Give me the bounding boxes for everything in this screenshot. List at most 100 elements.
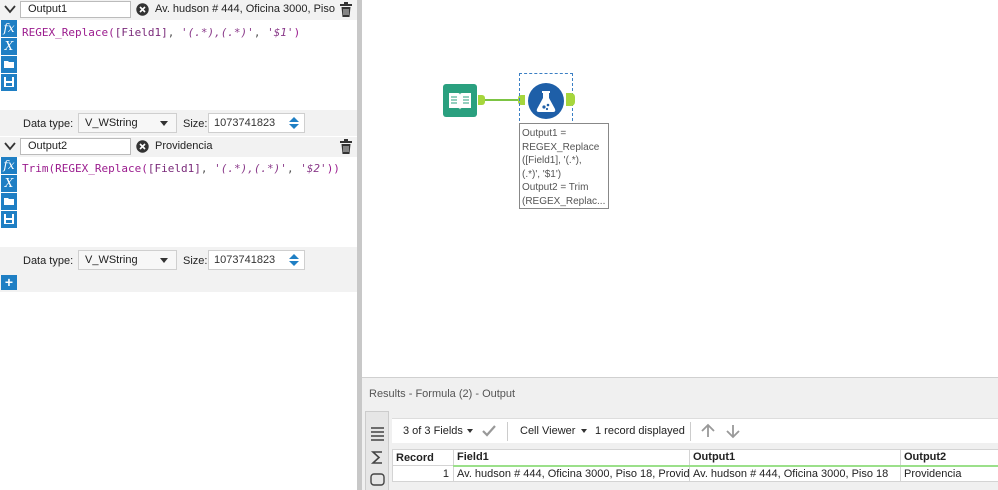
data-type-label: Data type: [23, 255, 74, 267]
annotation-line: REGEX_Replace [522, 141, 600, 153]
field1-cell[interactable]: Av. hudson # 444, Oficina 3000, Piso 18,… [453, 465, 690, 482]
tool-annotation: Output1 = REGEX_Replace ([Field1], '(.*)… [519, 123, 609, 209]
dropdown-arrow-icon [160, 121, 168, 126]
expr-pattern: '(.*),(.*)' [180, 26, 254, 39]
datatype-row-1: Data type: V_WString Size: 1073741823 [0, 110, 357, 136]
expr-replacement: '$1' [267, 26, 294, 39]
formula-block-2: Output2 Providencia fx X Trim(REGEX_Repl… [0, 137, 357, 273]
clear-x-icon[interactable] [136, 140, 149, 153]
sigma-metadata-icon[interactable] [370, 450, 385, 465]
expr-sep: , [200, 162, 215, 175]
output-anchor[interactable] [566, 93, 575, 106]
results-grid: Record Field1 Output1 Output2 1 Av. huds… [392, 449, 998, 482]
flask-icon [536, 91, 556, 112]
annotation-line: Output2 = Trim [522, 182, 589, 193]
data-type-label: Data type: [23, 118, 74, 130]
save-disk-icon[interactable] [1, 74, 17, 91]
expr-pattern: '(.*),(.*)' [214, 162, 287, 175]
open-folder-icon[interactable] [1, 56, 17, 73]
function-fx-icon[interactable]: fx [1, 157, 17, 174]
data-type-select[interactable]: V_WString [78, 113, 177, 133]
data-type-value: V_WString [85, 254, 138, 266]
table-view-icon[interactable] [370, 426, 385, 441]
data-preview: Av. hudson # 444, Oficina 3000, Piso... [155, 3, 335, 15]
annotation-line: (.*)', '$1') [522, 168, 562, 180]
column-header-output1[interactable]: Output1 [689, 449, 901, 467]
annotation-line: Output1 = [522, 128, 567, 139]
dropdown-caret-icon[interactable] [581, 429, 587, 433]
datatype-row-2: Data type: V_WString Size: 1073741823 [0, 247, 357, 273]
expr-function: REGEX_Replace( [22, 26, 115, 39]
expr-sep: , [286, 162, 301, 175]
formula-header-2: Output2 Providencia [0, 137, 357, 157]
size-input[interactable]: 1073741823 [208, 250, 305, 270]
open-folder-icon[interactable] [1, 193, 17, 210]
data-preview: Providencia [155, 140, 213, 152]
annotation-line: ([Field1], '(.*), [522, 155, 582, 166]
expr-sep: , [253, 26, 268, 39]
arrow-down-icon[interactable] [725, 423, 741, 439]
book-icon [449, 93, 471, 110]
column-header-field1[interactable]: Field1 [453, 449, 690, 467]
formula-sidebar-2: fx X [0, 157, 17, 247]
annotation-line: (REGEX_Replac... [522, 195, 606, 207]
text-input-tool[interactable] [443, 84, 477, 117]
clear-x-icon[interactable] [136, 3, 149, 16]
workflow-canvas[interactable]: Output1 = REGEX_Replace ([Field1], '(.*)… [362, 0, 998, 377]
table-row[interactable]: 1 Av. hudson # 444, Oficina 3000, Piso 1… [392, 465, 998, 482]
records-displayed: 1 record displayed [595, 425, 685, 437]
data-type-select[interactable]: V_WString [78, 250, 177, 270]
connection-line[interactable] [485, 99, 521, 101]
chevron-down-icon[interactable] [3, 139, 17, 153]
expr-sep: , [167, 26, 181, 39]
results-window: Results - Formula (2) - Output 3 of 3 Fi… [362, 377, 998, 490]
spinner-arrows-icon[interactable] [288, 253, 300, 267]
size-label: Size: [183, 118, 208, 130]
data-type-value: V_WString [85, 117, 138, 129]
message-icon[interactable] [370, 472, 385, 487]
trash-icon[interactable] [340, 139, 352, 154]
results-toolbar: 3 of 3 Fields Cell Viewer 1 record displ… [392, 418, 998, 443]
variables-x-icon[interactable]: X [1, 38, 17, 55]
expression-editor-1[interactable]: REGEX_Replace([Field1], '(.*),(.*)', '$1… [22, 26, 300, 39]
variables-x-icon[interactable]: X [1, 175, 17, 192]
alteryx-designer-window: Output1 Av. hudson # 444, Oficina 3000, … [0, 0, 998, 490]
save-disk-icon[interactable] [1, 211, 17, 228]
formula-header-1: Output1 Av. hudson # 444, Oficina 3000, … [0, 0, 357, 20]
formula-config-panel: Output1 Av. hudson # 444, Oficina 3000, … [0, 0, 357, 490]
expression-editor-2[interactable]: Trim(REGEX_Replace([Field1], '(.*),(.*)'… [22, 162, 340, 175]
dropdown-caret-icon[interactable] [467, 429, 473, 433]
size-value: 1073741823 [214, 117, 276, 129]
add-formula-row [0, 273, 357, 292]
output-column-name-field[interactable]: Output2 [20, 138, 131, 155]
output1-cell[interactable]: Av. hudson # 444, Oficina 3000, Piso 18 [689, 465, 901, 482]
expr-close: )) [326, 162, 340, 175]
results-title: Results - Formula (2) - Output [369, 388, 516, 400]
add-formula-button[interactable]: + [1, 275, 17, 290]
output2-cell[interactable]: Providencia [900, 465, 998, 482]
formula-tool[interactable] [528, 83, 564, 119]
expr-function: Trim(REGEX_Replace( [22, 162, 148, 175]
fields-selector[interactable]: 3 of 3 Fields [403, 425, 463, 437]
expr-replacement: '$2' [300, 162, 327, 175]
chevron-down-icon[interactable] [3, 2, 17, 16]
size-input[interactable]: 1073741823 [208, 113, 305, 133]
arrow-up-icon[interactable] [700, 423, 716, 439]
output-column-name-field[interactable]: Output1 [20, 1, 131, 18]
cell-viewer-dropdown[interactable]: Cell Viewer [520, 425, 575, 437]
expr-field: [Field1] [147, 162, 201, 175]
function-fx-icon[interactable]: fx [1, 20, 17, 37]
toolbar-divider [690, 422, 691, 441]
toolbar-divider [507, 422, 508, 441]
trash-icon[interactable] [340, 2, 352, 17]
column-header-record[interactable]: Record [392, 449, 454, 466]
dropdown-arrow-icon [160, 258, 168, 263]
check-icon[interactable] [481, 423, 497, 439]
output-anchor[interactable] [478, 95, 485, 105]
column-header-output2[interactable]: Output2 [900, 449, 998, 467]
record-cell[interactable]: 1 [392, 465, 454, 482]
spinner-arrows-icon[interactable] [288, 116, 300, 130]
expr-field: [Field1] [114, 26, 168, 39]
formula-block-1: Output1 Av. hudson # 444, Oficina 3000, … [0, 0, 357, 137]
results-side-toolbar [365, 411, 389, 490]
